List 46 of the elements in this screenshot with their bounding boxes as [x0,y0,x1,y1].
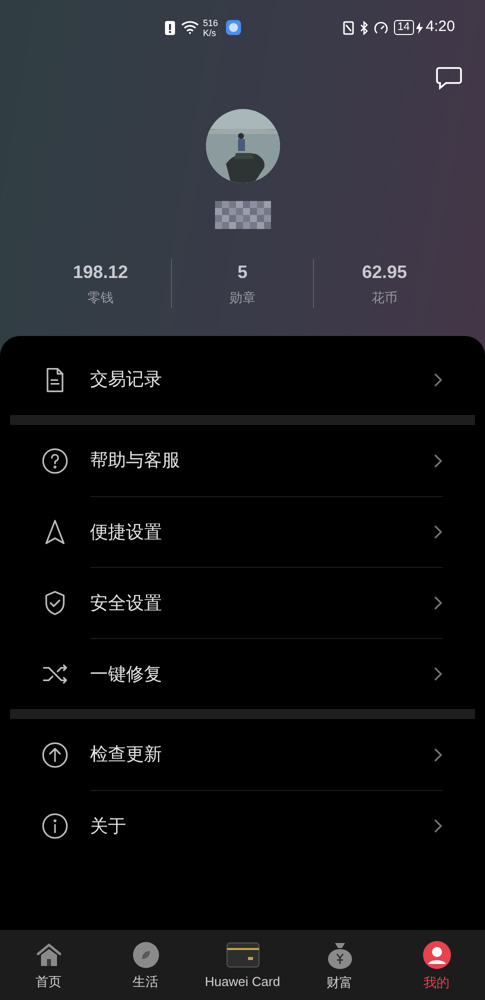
stat-label: 花币 [372,289,398,307]
menu-item[interactable]: 关于 [90,812,126,840]
chevron-icon [433,372,443,388]
tab-bar-item[interactable]: 我的 [388,937,485,993]
tab-bar-item[interactable]: 生活 [97,938,194,992]
app-icon [226,20,242,35]
stat-value: 198.12 [72,261,128,284]
stat-label: 零钱 [88,289,114,307]
nfc-icon [342,20,354,34]
stat-value: 62.95 [362,261,408,284]
upload-icon [40,740,70,770]
clock-time: 4:20 [426,17,455,38]
tab-bar-item[interactable]: 首页 [0,938,97,992]
tab-bar-item[interactable]: 财富 [291,937,388,993]
menu-item[interactable]: 帮助与客服 [90,447,180,474]
chevron-icon [433,524,443,540]
tab-bar-item[interactable]: Huawei Card [194,938,291,992]
charging-icon [416,22,423,34]
gauge-icon [374,20,388,34]
chevron-icon [433,746,443,762]
pixelated-name [214,201,270,229]
wifi-icon [181,21,199,34]
network-speed-unit: K/s [203,28,218,38]
chevron-icon [433,452,443,468]
person-icon [422,941,450,970]
info-icon [40,810,70,840]
menu-item[interactable]: 便捷设置 [90,518,162,546]
alert-icon [165,20,175,34]
stat-label: 勋章 [230,289,256,307]
card-icon [226,942,260,968]
message-icon[interactable] [435,65,463,91]
menu-item[interactable]: 安全设置 [90,590,162,616]
network-speed-value: 516 [203,18,218,28]
compass-icon [132,942,158,968]
menu-item[interactable]: 交易记录 [90,366,162,393]
stat-value: 5 [237,261,248,284]
menu-item[interactable]: 检查更新 [90,741,162,768]
help-icon [40,446,70,476]
money-bag-icon [326,941,352,970]
chevron-icon [433,666,443,682]
battery-indicator: 14 [394,20,414,35]
chevron-icon [433,818,443,834]
chevron-icon [433,595,443,611]
bluetooth-icon [358,20,369,34]
home-icon [34,942,62,968]
menu-item[interactable]: 一键修复 [90,660,162,688]
